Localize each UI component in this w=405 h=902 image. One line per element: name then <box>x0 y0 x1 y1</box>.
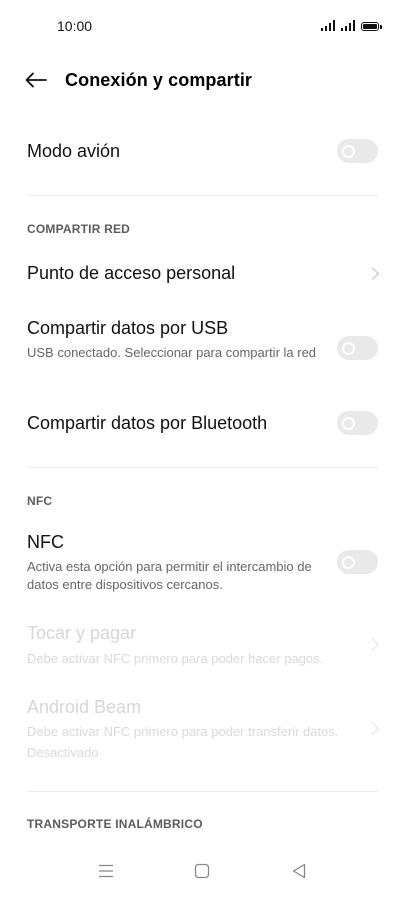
tap-and-pay-row: Tocar y pagar Debe activar NFC primero p… <box>0 614 405 674</box>
usb-tethering-row[interactable]: Compartir datos por USB USB conectado. S… <box>0 308 405 383</box>
chevron-right-icon <box>366 722 379 735</box>
usb-tethering-subtitle: USB conectado. Seleccionar para comparti… <box>27 345 317 360</box>
signal-icon <box>321 20 335 31</box>
android-beam-subtitle: Debe activar NFC primero para poder tran… <box>27 724 339 739</box>
airplane-mode-label: Modo avión <box>27 141 121 161</box>
nfc-subtitle: Activa esta opción para permitir el inte… <box>27 559 312 592</box>
bluetooth-tethering-toggle[interactable] <box>337 411 378 435</box>
divider <box>27 467 378 468</box>
bluetooth-tethering-row[interactable]: Compartir datos por Bluetooth <box>0 398 405 448</box>
android-beam-status: Desactivado <box>27 745 99 760</box>
tap-and-pay-subtitle: Debe activar NFC primero para poder hace… <box>27 651 324 666</box>
chevron-right-icon <box>366 267 379 280</box>
chevron-right-icon <box>366 638 379 651</box>
tap-and-pay-label: Tocar y pagar <box>27 623 137 643</box>
nfc-toggle[interactable] <box>337 550 378 574</box>
airplane-mode-toggle[interactable] <box>337 139 378 163</box>
arrow-left-icon <box>25 72 47 88</box>
usb-tethering-label: Compartir datos por USB <box>27 318 229 338</box>
hotspot-row[interactable]: Punto de acceso personal <box>0 250 405 296</box>
usb-tethering-toggle[interactable] <box>337 336 378 360</box>
nfc-label: NFC <box>27 532 64 552</box>
section-header-wireless-transport: TRANSPORTE INALÁMBRICO <box>27 817 203 831</box>
nfc-row[interactable]: NFC Activa esta opción para permitir el … <box>0 524 405 599</box>
status-bar: 10:00 <box>0 0 405 54</box>
menu-icon <box>99 864 113 878</box>
signal-icon <box>341 20 355 31</box>
battery-icon <box>361 22 382 31</box>
recent-apps-button[interactable] <box>91 856 121 886</box>
section-header-share-network: COMPARTIR RED <box>27 222 131 236</box>
hotspot-label: Punto de acceso personal <box>27 263 236 283</box>
navigation-bar <box>0 844 405 902</box>
back-icon <box>292 863 306 879</box>
airplane-mode-row[interactable]: Modo avión <box>0 125 405 180</box>
divider <box>27 791 378 792</box>
section-header-nfc: NFC <box>27 494 53 508</box>
page-title: Conexión y compartir <box>65 70 253 90</box>
divider <box>27 195 378 196</box>
bluetooth-tethering-label: Compartir datos por Bluetooth <box>27 413 268 433</box>
android-beam-row: Android Beam Debe activar NFC primero pa… <box>0 688 405 768</box>
status-icons <box>321 20 382 31</box>
status-time: 10:00 <box>57 18 93 34</box>
nav-back-button[interactable] <box>284 856 314 886</box>
back-button[interactable] <box>20 64 52 96</box>
android-beam-label: Android Beam <box>27 697 142 717</box>
app-header: Conexión y compartir <box>0 60 405 100</box>
home-icon <box>194 863 210 879</box>
home-button[interactable] <box>187 856 217 886</box>
